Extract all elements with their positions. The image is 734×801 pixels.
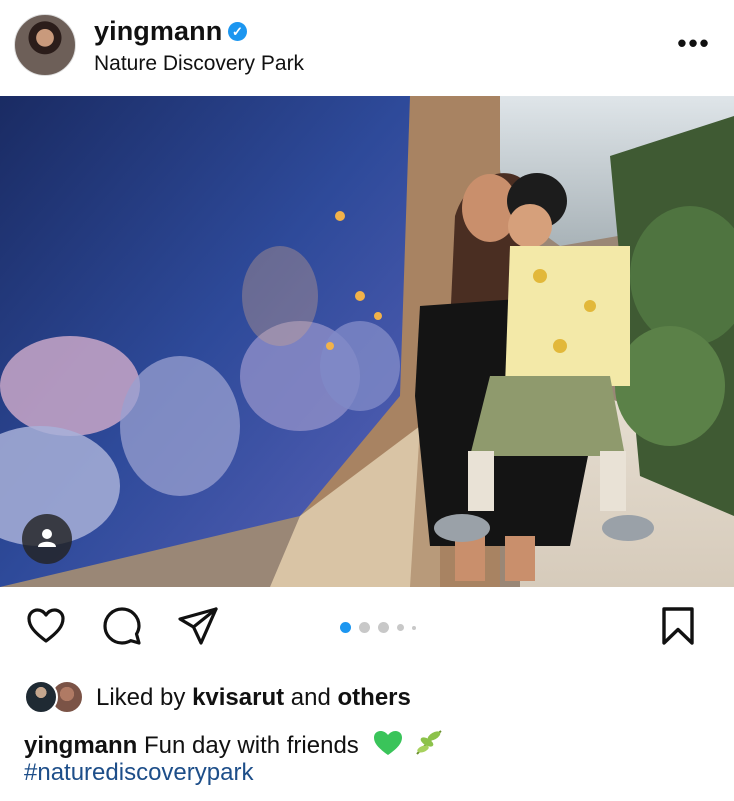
carousel-dot[interactable] [359,622,370,633]
user-tag-button[interactable] [22,514,72,564]
avatar [24,680,58,714]
carousel-dot[interactable] [412,625,416,630]
likes-others-link[interactable]: others [338,684,411,711]
carousel-dot[interactable] [397,624,404,631]
post-header: yingmann ✓ Nature Discovery Park ••• [0,0,734,96]
photo-illustration [0,96,734,587]
caption-username[interactable]: yingmann [24,732,137,759]
save-button[interactable] [652,600,704,652]
more-icon[interactable]: ••• [672,28,716,58]
likes-row: Liked by kvisarut and others [0,678,734,718]
action-bar [0,600,734,660]
carousel-indicator [340,622,416,633]
like-button[interactable] [20,600,72,652]
likes-connector: and [290,684,331,711]
heart-icon [27,608,65,643]
post-photo[interactable] [0,96,734,587]
hashtag-link[interactable]: #naturediscoverypark [24,759,253,787]
herb-emoji [414,728,444,764]
location-link[interactable]: Nature Discovery Park [94,52,304,76]
caption-text: Fun day with friends [144,732,359,759]
liker-username[interactable]: kvisarut [192,684,284,711]
green-heart-emoji [373,730,403,764]
liker-avatars[interactable] [24,680,86,714]
likes-prefix: Liked by [96,684,186,711]
post-username[interactable]: yingmann [94,16,222,47]
verified-icon: ✓ [228,22,247,41]
avatar[interactable] [14,14,76,76]
likes-text: Liked by kvisarut and others [96,684,411,712]
user-tag-icon [38,529,56,547]
share-button[interactable] [172,600,224,652]
comment-button[interactable] [96,600,148,652]
carousel-dot[interactable] [378,622,389,633]
comment-icon [103,607,141,645]
bookmark-icon [662,607,694,645]
share-icon [178,607,218,645]
carousel-dot[interactable] [340,622,351,633]
